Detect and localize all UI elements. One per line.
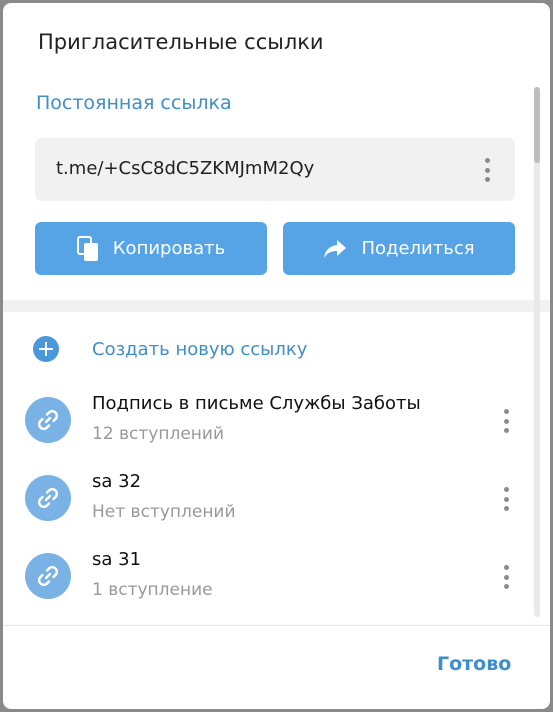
scrollbar[interactable] bbox=[534, 87, 540, 617]
create-link-label: Создать новую ссылку bbox=[92, 338, 308, 360]
permanent-link-title: Постоянная ссылка bbox=[36, 92, 232, 114]
share-button[interactable]: Поделиться bbox=[283, 222, 515, 275]
dialog-title: Пригласительные ссылки bbox=[38, 30, 324, 54]
share-button-label: Поделиться bbox=[361, 238, 475, 259]
done-button[interactable]: Готово bbox=[437, 653, 511, 675]
link-avatar bbox=[25, 553, 71, 599]
copy-icon bbox=[76, 235, 98, 261]
link-subtitle: 1 вступление bbox=[92, 580, 213, 600]
plus-icon bbox=[33, 336, 59, 362]
more-vertical-icon[interactable] bbox=[484, 158, 490, 182]
copy-button-label: Копировать bbox=[112, 238, 226, 259]
link-avatar bbox=[25, 397, 71, 443]
permanent-link-box[interactable]: t.me/+CsC8dC5ZKMJmM2Qy bbox=[35, 138, 515, 201]
link-icon bbox=[37, 487, 59, 509]
more-vertical-icon[interactable] bbox=[503, 487, 509, 511]
permanent-link-text: t.me/+CsC8dC5ZKMJmM2Qy bbox=[56, 158, 315, 179]
link-title: sa 31 bbox=[92, 549, 142, 570]
invite-links-dialog: Пригласительные ссылки Постоянная ссылка… bbox=[3, 3, 550, 709]
more-vertical-icon[interactable] bbox=[503, 565, 509, 589]
link-subtitle: 12 вступлений bbox=[92, 424, 225, 444]
link-icon bbox=[37, 565, 59, 587]
link-subtitle: Нет вступлений bbox=[92, 502, 236, 522]
link-avatar bbox=[25, 475, 71, 521]
footer-divider bbox=[3, 625, 550, 626]
share-icon bbox=[324, 239, 347, 258]
section-divider bbox=[3, 300, 550, 312]
more-vertical-icon[interactable] bbox=[503, 409, 509, 433]
list-item[interactable]: Подпись в письме Службы Заботы 12 вступл… bbox=[3, 383, 533, 455]
link-icon bbox=[37, 409, 59, 431]
link-title: Подпись в письме Службы Заботы bbox=[92, 393, 421, 414]
link-title: sa 32 bbox=[92, 471, 142, 492]
create-link-button[interactable]: Создать новую ссылку bbox=[33, 336, 307, 362]
copy-button[interactable]: Копировать bbox=[35, 222, 267, 275]
list-item[interactable]: sa 31 1 вступление bbox=[3, 539, 533, 611]
scrollbar-thumb[interactable] bbox=[534, 87, 540, 163]
list-item[interactable]: sa 32 Нет вступлений bbox=[3, 461, 533, 533]
